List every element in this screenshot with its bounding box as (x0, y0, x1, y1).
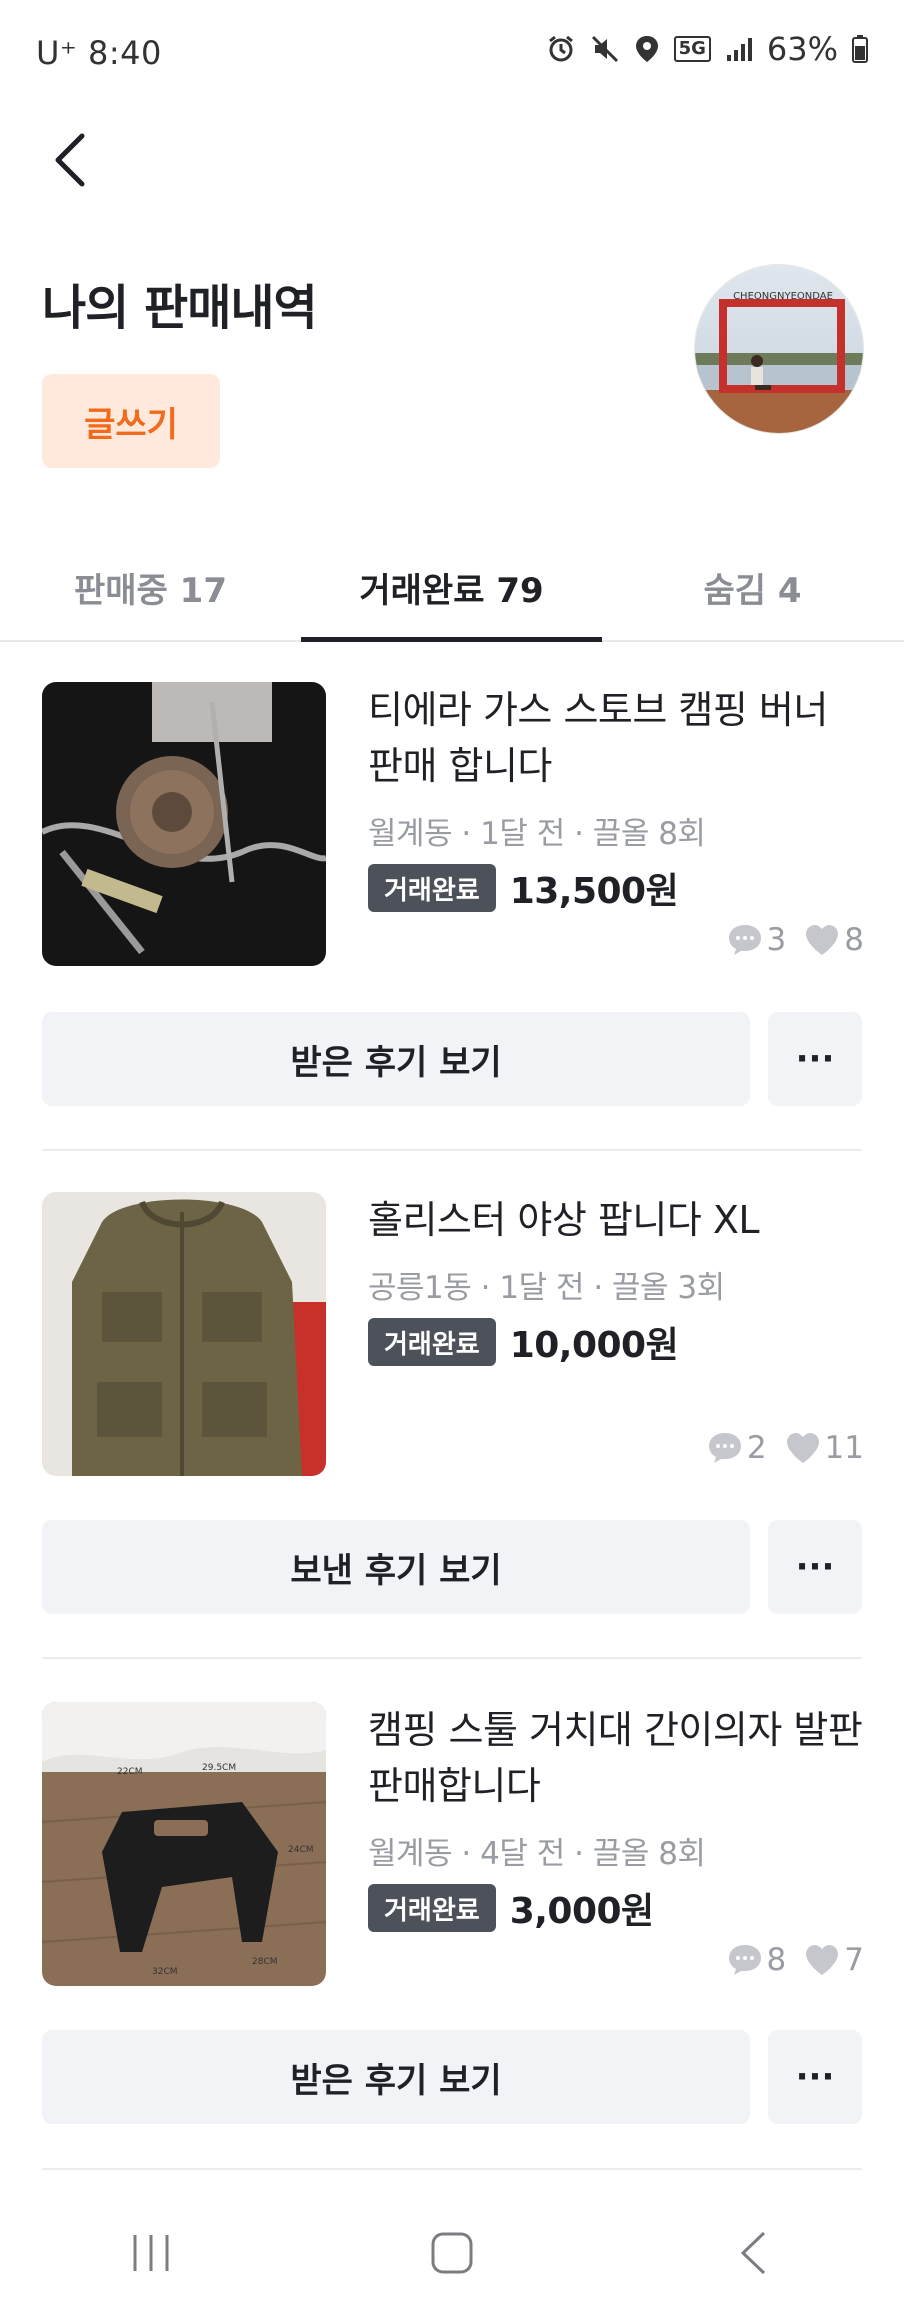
chat-icon (728, 925, 761, 955)
chat-icon (708, 1433, 741, 1463)
page-title: 나의 판매내역 (42, 280, 318, 336)
more-button[interactable]: ··· (768, 2030, 862, 2124)
svg-text:29.5CM: 29.5CM (202, 1763, 236, 1773)
svg-text:32CM: 32CM (152, 1967, 178, 1977)
avatar[interactable]: CHEONGNYEONDAE (694, 264, 864, 434)
item-meta: 월계동 · 1달 전 · 끌올 8회 (368, 816, 706, 852)
heart-icon (786, 1433, 819, 1463)
more-button[interactable]: ··· (768, 1012, 862, 1106)
item-stats: 2 11 (695, 1430, 864, 1466)
alarm-icon (546, 34, 576, 64)
svg-text:24CM: 24CM (288, 1845, 314, 1855)
svg-text:22CM: 22CM (117, 1767, 143, 1777)
system-back-button[interactable] (693, 2203, 813, 2303)
more-button[interactable]: ··· (768, 1520, 862, 1614)
battery-level: 63% (766, 30, 838, 68)
tab-on-sale[interactable]: 판매중 17 (0, 534, 301, 640)
price-row: 거래완료 10,000원 (368, 1316, 679, 1368)
signal-icon (725, 35, 753, 63)
item-thumbnail[interactable] (42, 1192, 326, 1476)
write-button[interactable]: 글쓰기 (42, 374, 220, 468)
comment-count: 8 (766, 1942, 787, 1978)
comment-count: 3 (766, 922, 787, 958)
item-title-line: 캠핑 스툴 거치대 간이의자 발판 (368, 1708, 863, 1752)
like-count: 11 (824, 1430, 864, 1466)
svg-text:28CM: 28CM (252, 1957, 278, 1967)
carrier-time: U⁺ 8:40 (36, 34, 162, 72)
status-badge: 거래완료 (368, 1318, 496, 1366)
system-nav-bar (0, 2190, 904, 2316)
item-meta: 공릉1동 · 1달 전 · 끌올 3회 (368, 1270, 725, 1306)
recent-apps-icon (133, 2235, 169, 2271)
list-item[interactable]: 티에라 가스 스토브 캠핑 버너 판매 합니다 월계동 · 1달 전 · 끌올 … (0, 682, 904, 1152)
price-row: 거래완료 13,500원 (368, 862, 679, 914)
item-title-line: 판매합니다 (368, 1764, 541, 1808)
item-meta: 월계동 · 4달 전 · 끌올 8회 (368, 1836, 706, 1872)
review-button[interactable]: 보낸 후기 보기 (42, 1520, 750, 1614)
chat-icon (728, 1945, 761, 1975)
svg-text:CHEONGNYEONDAE: CHEONGNYEONDAE (733, 291, 833, 302)
network-5g-icon: 5G (673, 36, 711, 62)
back-button[interactable] (40, 128, 100, 192)
status-badge: 거래완료 (368, 1884, 496, 1932)
item-stats: 3 8 (715, 922, 864, 958)
review-button[interactable]: 받은 후기 보기 (42, 1012, 750, 1106)
status-icons: 5G 63% (546, 30, 868, 68)
recent-apps-button[interactable] (91, 2203, 211, 2303)
comment-count: 2 (746, 1430, 767, 1466)
like-count: 8 (844, 922, 864, 958)
battery-icon (852, 34, 868, 64)
like-count: 7 (844, 1942, 864, 1978)
item-price: 13,500원 (509, 871, 679, 912)
tab-completed[interactable]: 거래완료 79 (301, 534, 602, 642)
chevron-left-icon (55, 133, 85, 187)
location-icon (634, 34, 660, 64)
home-icon (431, 2232, 473, 2274)
tab-bar: 판매중 17 거래완료 79 숨김 4 (0, 534, 904, 642)
home-button[interactable] (392, 2203, 512, 2303)
item-title[interactable]: 캠핑 스툴 거치대 간이의자 발판 판매합니다 (368, 1702, 868, 1814)
list-item[interactable]: 22CM 29.5CM 24CM 32CM 28CM 캠핑 스툴 거치대 간이의… (0, 1702, 904, 2172)
heart-icon (806, 1945, 839, 1975)
list-item[interactable]: 홀리스터 야상 팝니다 XL 공릉1동 · 1달 전 · 끌올 3회 거래완료 … (0, 1192, 904, 1662)
status-bar: U⁺ 8:40 5G 63% (0, 0, 904, 104)
divider (42, 1149, 862, 1151)
mute-icon (590, 34, 620, 64)
status-badge: 거래완료 (368, 864, 496, 912)
item-thumbnail[interactable]: 22CM 29.5CM 24CM 32CM 28CM (42, 1702, 326, 1986)
review-button[interactable]: 받은 후기 보기 (42, 2030, 750, 2124)
tab-hidden[interactable]: 숨김 4 (602, 534, 903, 640)
item-title-line: 판매 합니다 (368, 744, 552, 788)
divider (42, 1657, 862, 1659)
item-stats: 8 7 (715, 1942, 864, 1978)
back-arrow-icon (741, 2231, 766, 2275)
heart-icon (806, 925, 839, 955)
item-title[interactable]: 티에라 가스 스토브 캠핑 버너 판매 합니다 (368, 682, 868, 794)
price-row: 거래완료 3,000원 (368, 1882, 654, 1934)
item-title-line: 홀리스터 야상 팝니다 XL (368, 1198, 760, 1242)
item-title-line: 티에라 가스 스토브 캠핑 버너 (368, 688, 828, 732)
item-price: 10,000원 (509, 1325, 679, 1366)
divider (42, 2168, 862, 2170)
item-title[interactable]: 홀리스터 야상 팝니다 XL (368, 1192, 868, 1248)
item-thumbnail[interactable] (42, 682, 326, 966)
item-price: 3,000원 (509, 1891, 655, 1932)
